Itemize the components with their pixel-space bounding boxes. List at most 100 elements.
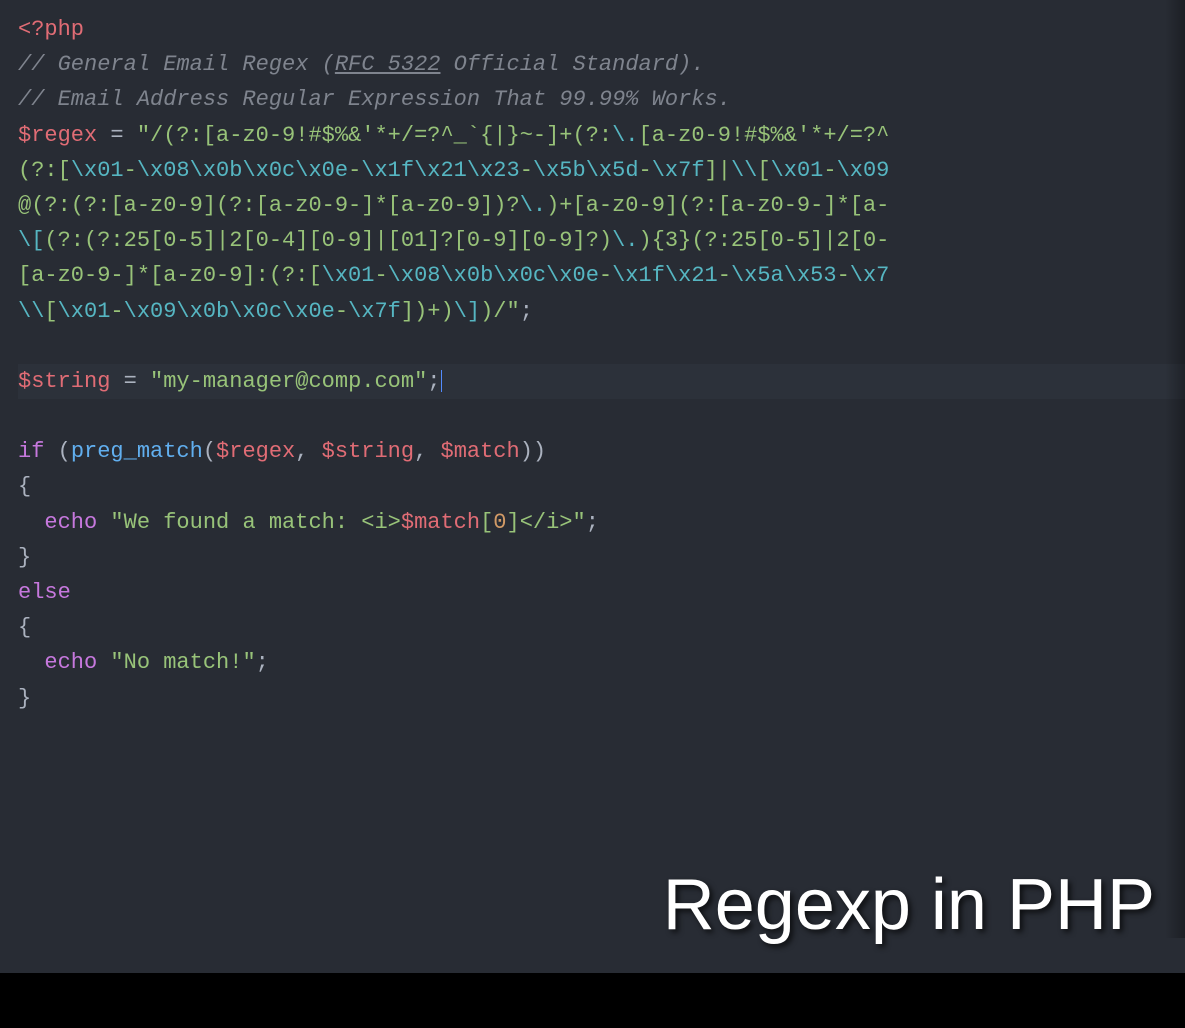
semicolon: ;	[256, 650, 269, 675]
code-line-blank-12[interactable]	[18, 399, 1185, 434]
string: -	[110, 299, 123, 324]
code-line-2[interactable]: // General Email Regex (RFC 5322 Officia…	[18, 47, 1185, 82]
escape: \x01	[771, 158, 824, 183]
code-line-19[interactable]: echo "No match!";	[18, 645, 1185, 680]
escape: \.	[612, 228, 638, 253]
bracket: [	[480, 510, 493, 535]
code-line-8[interactable]: [a-z0-9-]*[a-z0-9]:(?:[\x01-\x08\x0b\x0c…	[18, 258, 1185, 293]
string: ){3}(?:25[0-5]|2[0-	[639, 228, 890, 253]
code-line-3[interactable]: // Email Address Regular Expression That…	[18, 82, 1185, 117]
string: -	[718, 263, 731, 288]
string: (?:(?:25[0-5]|2[0-4][0-9]|[01]?[0-9][0-9…	[44, 228, 612, 253]
variable: $string	[18, 369, 110, 394]
escape: \x08\x0b\x0c\x0e	[388, 263, 599, 288]
code-line-13[interactable]: if (preg_match($regex, $string, $match))	[18, 434, 1185, 469]
escape: \x01	[322, 263, 375, 288]
string-quote: "	[150, 369, 163, 394]
code-line-5[interactable]: (?:[\x01-\x08\x0b\x0c\x0e-\x1f\x21\x23-\…	[18, 153, 1185, 188]
code-line-7[interactable]: \[(?:(?:25[0-5]|2[0-4][0-9]|[01]?[0-9][0…	[18, 223, 1185, 258]
escape: \.	[612, 123, 638, 148]
string: /(?:[a-z0-9!#$%&'*+/=?^_`{|}~-]+(?:	[150, 123, 612, 148]
indent	[18, 510, 44, 535]
code-line-16[interactable]: }	[18, 540, 1185, 575]
string: -	[335, 299, 348, 324]
code-line-6[interactable]: @(?:(?:[a-z0-9](?:[a-z0-9-]*[a-z0-9])?\.…	[18, 188, 1185, 223]
escape: \x09\x0b\x0c\x0e	[124, 299, 335, 324]
string-quote: "	[110, 510, 123, 535]
code-line-blank-10[interactable]	[18, 329, 1185, 364]
brace: {	[18, 474, 31, 499]
comment-rfc-link: RFC 5322	[335, 52, 441, 77]
string-quote: "	[242, 650, 255, 675]
code-line-15[interactable]: echo "We found a match: <i>$match[0]</i>…	[18, 505, 1185, 540]
escape: \x7f	[652, 158, 705, 183]
code-line-17[interactable]: else	[18, 575, 1185, 610]
string: )+[a-z0-9](?:[a-z0-9-]*[a-	[546, 193, 889, 218]
escape: \]	[454, 299, 480, 324]
string-quote: "	[414, 369, 427, 394]
string: -	[823, 158, 836, 183]
variable: $regex	[216, 439, 295, 464]
string: ])+)	[401, 299, 454, 324]
semicolon: ;	[520, 299, 533, 324]
string: -	[837, 263, 850, 288]
comma: ,	[295, 439, 321, 464]
comment: // General Email Regex (	[18, 52, 335, 77]
comment: // Email Address Regular Expression That…	[18, 87, 731, 112]
string-quote: "	[110, 650, 123, 675]
keyword-echo: echo	[44, 510, 97, 535]
string: -	[520, 158, 533, 183]
code-line-9[interactable]: \\[\x01-\x09\x0b\x0c\x0e-\x7f])+)\])/";	[18, 294, 1185, 329]
string-quote: "	[137, 123, 150, 148]
escape: \x7f	[348, 299, 401, 324]
string: [a-z0-9-]*[a-z0-9]:(?:[	[18, 263, 322, 288]
code-line-1[interactable]: <?php	[18, 12, 1185, 47]
escape: \x08\x0b\x0c\x0e	[137, 158, 348, 183]
code-line-20[interactable]: }	[18, 681, 1185, 716]
escape: \.	[520, 193, 546, 218]
string: (?:[	[18, 158, 71, 183]
string: my-manager@comp.com	[163, 369, 414, 394]
semicolon: ;	[586, 510, 599, 535]
operator: =	[110, 369, 150, 394]
escape: \x5a\x53	[731, 263, 837, 288]
number: 0	[493, 510, 506, 535]
keyword-echo: echo	[44, 650, 97, 675]
code-line-18[interactable]: {	[18, 610, 1185, 645]
comment: Official Standard).	[440, 52, 704, 77]
paren: (	[203, 439, 216, 464]
escape: \\	[18, 299, 44, 324]
string: No match!	[124, 650, 243, 675]
string-quote: "	[507, 299, 520, 324]
string: [	[757, 158, 770, 183]
string: ]|	[705, 158, 731, 183]
escape: \x01	[58, 299, 111, 324]
space	[97, 650, 110, 675]
variable: $match	[441, 439, 520, 464]
brace: }	[18, 545, 31, 570]
space	[97, 510, 110, 535]
variable: $regex	[18, 123, 97, 148]
code-editor[interactable]: <?php // General Email Regex (RFC 5322 O…	[18, 12, 1185, 716]
string: -	[374, 263, 387, 288]
escape: \\	[731, 158, 757, 183]
escape: \x01	[71, 158, 124, 183]
php-open-tag: <?php	[18, 17, 84, 42]
variable: $string	[322, 439, 414, 464]
code-line-4[interactable]: $regex = "/(?:[a-z0-9!#$%&'*+/=?^_`{|}~-…	[18, 118, 1185, 153]
keyword-if: if	[18, 439, 44, 464]
right-shadow	[1165, 0, 1185, 938]
operator: =	[97, 123, 137, 148]
string: [a-z0-9!#$%&'*+/=?^	[639, 123, 890, 148]
overlay-title: Regexp in PHP	[663, 848, 1155, 963]
string: )/	[480, 299, 506, 324]
string: -	[124, 158, 137, 183]
indent	[18, 650, 44, 675]
escape: \x1f\x21	[612, 263, 718, 288]
string: We found a match: <i>	[124, 510, 401, 535]
code-line-14[interactable]: {	[18, 469, 1185, 504]
code-line-11-active[interactable]: $string = "my-manager@comp.com";	[18, 364, 1185, 399]
brace: {	[18, 615, 31, 640]
string: </i>	[520, 510, 573, 535]
keyword-else: else	[18, 580, 71, 605]
